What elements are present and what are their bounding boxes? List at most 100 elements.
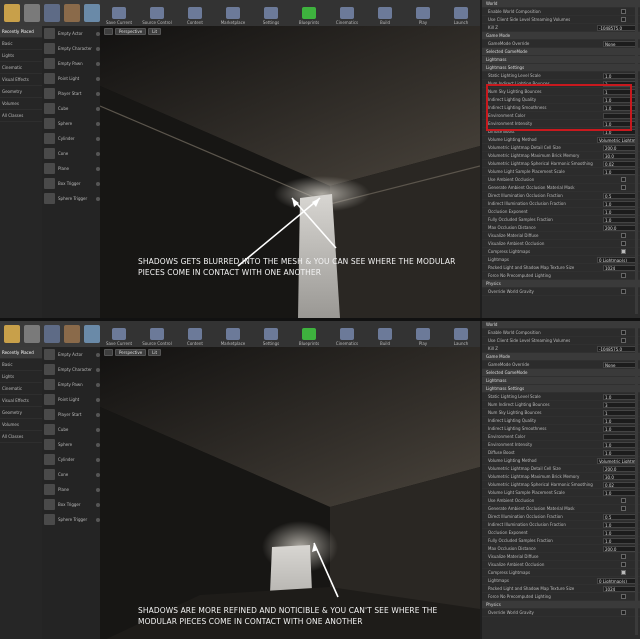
property-value-field[interactable]: 200.0: [603, 545, 637, 552]
place-category-cinematic[interactable]: Cinematic: [0, 383, 42, 395]
details-section-header[interactable]: Selected GameMode: [482, 369, 640, 377]
toolbar-button-marketplace[interactable]: Marketplace: [214, 321, 252, 347]
property-value-field[interactable]: [603, 433, 637, 440]
toolbar-button-content[interactable]: Content: [176, 0, 214, 26]
toolbar-button-launch[interactable]: Launch: [442, 321, 480, 347]
actor-item[interactable]: Sphere: [42, 116, 100, 131]
property-checkbox[interactable]: [621, 241, 626, 246]
toolbar-button-save-current[interactable]: Save Current: [100, 321, 138, 347]
viewport-options-icon[interactable]: [104, 349, 113, 356]
property-value-field[interactable]: 1.0: [603, 417, 637, 424]
actor-item[interactable]: Box Trigger: [42, 176, 100, 191]
property-value-field[interactable]: 1.0: [603, 393, 637, 400]
landscape-mode-icon[interactable]: [44, 325, 60, 343]
actor-item[interactable]: Cylinder: [42, 452, 100, 467]
toolbar-button-build[interactable]: Build: [366, 0, 404, 26]
lit-button[interactable]: Lit: [148, 28, 162, 35]
actor-item[interactable]: Cylinder: [42, 131, 100, 146]
property-checkbox[interactable]: [621, 594, 626, 599]
property-value-field[interactable]: 1.0: [603, 168, 637, 175]
property-value-field[interactable]: 1.0: [603, 425, 637, 432]
level-viewport[interactable]: Perspective Lit SHADOWS ARE MORE REFINED A…: [100, 347, 480, 639]
property-checkbox[interactable]: [621, 506, 626, 511]
property-value-field[interactable]: 200.0: [603, 224, 637, 231]
property-value-field[interactable]: 1.0: [603, 208, 637, 215]
details-section-header[interactable]: Lightmass Settings: [482, 64, 640, 72]
place-category-recently-placed[interactable]: Recently Placed: [0, 347, 42, 359]
property-checkbox[interactable]: [621, 562, 626, 567]
place-category-basic[interactable]: Basic: [0, 359, 42, 371]
property-checkbox[interactable]: [621, 338, 626, 343]
place-category-lights[interactable]: Lights: [0, 50, 42, 62]
place-category-volumes[interactable]: Volumes: [0, 419, 42, 431]
details-section-header[interactable]: World: [482, 0, 640, 8]
actor-item[interactable]: Empty Actor: [42, 347, 100, 362]
property-value-field[interactable]: 3: [603, 401, 637, 408]
details-section-header[interactable]: Lightmass: [482, 56, 640, 64]
details-section-header[interactable]: Lightmass Settings: [482, 385, 640, 393]
actor-item[interactable]: Empty Actor: [42, 26, 100, 41]
place-category-basic[interactable]: Basic: [0, 38, 42, 50]
property-checkbox[interactable]: [621, 289, 626, 294]
actor-item[interactable]: Plane: [42, 161, 100, 176]
property-checkbox[interactable]: [621, 498, 626, 503]
property-value-field[interactable]: 1: [603, 409, 637, 416]
place-category-visual-effects[interactable]: Visual Effects: [0, 74, 42, 86]
property-checkbox[interactable]: [621, 570, 626, 575]
toolbar-button-play[interactable]: Play: [404, 0, 442, 26]
property-value-field[interactable]: 1.0: [603, 521, 637, 528]
details-scrollbar[interactable]: [635, 4, 638, 314]
paint-mode-icon[interactable]: [24, 4, 40, 22]
property-value-field[interactable]: 0.5: [603, 192, 637, 199]
actor-item[interactable]: Empty Character: [42, 41, 100, 56]
property-value-field[interactable]: 30.0: [603, 473, 637, 480]
paint-mode-icon[interactable]: [24, 325, 40, 343]
property-checkbox[interactable]: [621, 185, 626, 190]
geometry-mode-icon[interactable]: [84, 325, 100, 343]
property-value-field[interactable]: 200.0: [603, 144, 637, 151]
place-category-geometry[interactable]: Geometry: [0, 86, 42, 98]
actor-item[interactable]: Player Start: [42, 86, 100, 101]
perspective-button[interactable]: Perspective: [115, 28, 147, 35]
level-viewport[interactable]: Perspective Lit SHADOWS GETS BLURRED INTO …: [100, 26, 480, 318]
details-section-header[interactable]: Physics: [482, 280, 640, 288]
toolbar-button-content[interactable]: Content: [176, 321, 214, 347]
place-mode-icon[interactable]: [4, 325, 20, 343]
details-section-header[interactable]: Game Mode: [482, 353, 640, 361]
place-category-volumes[interactable]: Volumes: [0, 98, 42, 110]
toolbar-button-cinematics[interactable]: Cinematics: [328, 0, 366, 26]
property-value-field[interactable]: 1.0: [603, 537, 637, 544]
toolbar-button-save-current[interactable]: Save Current: [100, 0, 138, 26]
property-value-field[interactable]: 1.0: [603, 529, 637, 536]
toolbar-button-marketplace[interactable]: Marketplace: [214, 0, 252, 26]
property-value-field[interactable]: 0.02: [603, 160, 637, 167]
perspective-button[interactable]: Perspective: [115, 349, 147, 356]
details-section-header[interactable]: Lightmass: [482, 377, 640, 385]
actor-item[interactable]: Player Start: [42, 407, 100, 422]
property-checkbox[interactable]: [621, 177, 626, 182]
actor-item[interactable]: Sphere Trigger: [42, 512, 100, 527]
landscape-mode-icon[interactable]: [44, 4, 60, 22]
toolbar-button-blueprints[interactable]: Blueprints: [290, 321, 328, 347]
actor-item[interactable]: Empty Pawn: [42, 377, 100, 392]
property-value-field[interactable]: 1024: [603, 264, 637, 271]
property-checkbox[interactable]: [621, 273, 626, 278]
actor-item[interactable]: Cone: [42, 146, 100, 161]
actor-item[interactable]: Cube: [42, 101, 100, 116]
toolbar-button-settings[interactable]: Settings: [252, 321, 290, 347]
property-value-field[interactable]: None: [603, 40, 637, 47]
details-scrollbar[interactable]: [635, 325, 638, 635]
property-value-field[interactable]: -1048575.0: [597, 345, 637, 352]
actor-item[interactable]: Cone: [42, 467, 100, 482]
property-value-field[interactable]: Volumetric Lightmap: [597, 457, 637, 464]
geometry-mode-icon[interactable]: [84, 4, 100, 22]
toolbar-button-source-control[interactable]: Source Control: [138, 321, 176, 347]
place-category-visual-effects[interactable]: Visual Effects: [0, 395, 42, 407]
property-checkbox[interactable]: [621, 554, 626, 559]
details-section-header[interactable]: Physics: [482, 601, 640, 609]
place-category-recently-placed[interactable]: Recently Placed: [0, 26, 42, 38]
toolbar-button-play[interactable]: Play: [404, 321, 442, 347]
property-value-field[interactable]: 0 Lightmap(s): [597, 256, 637, 263]
actor-item[interactable]: Point Light: [42, 71, 100, 86]
toolbar-button-blueprints[interactable]: Blueprints: [290, 0, 328, 26]
